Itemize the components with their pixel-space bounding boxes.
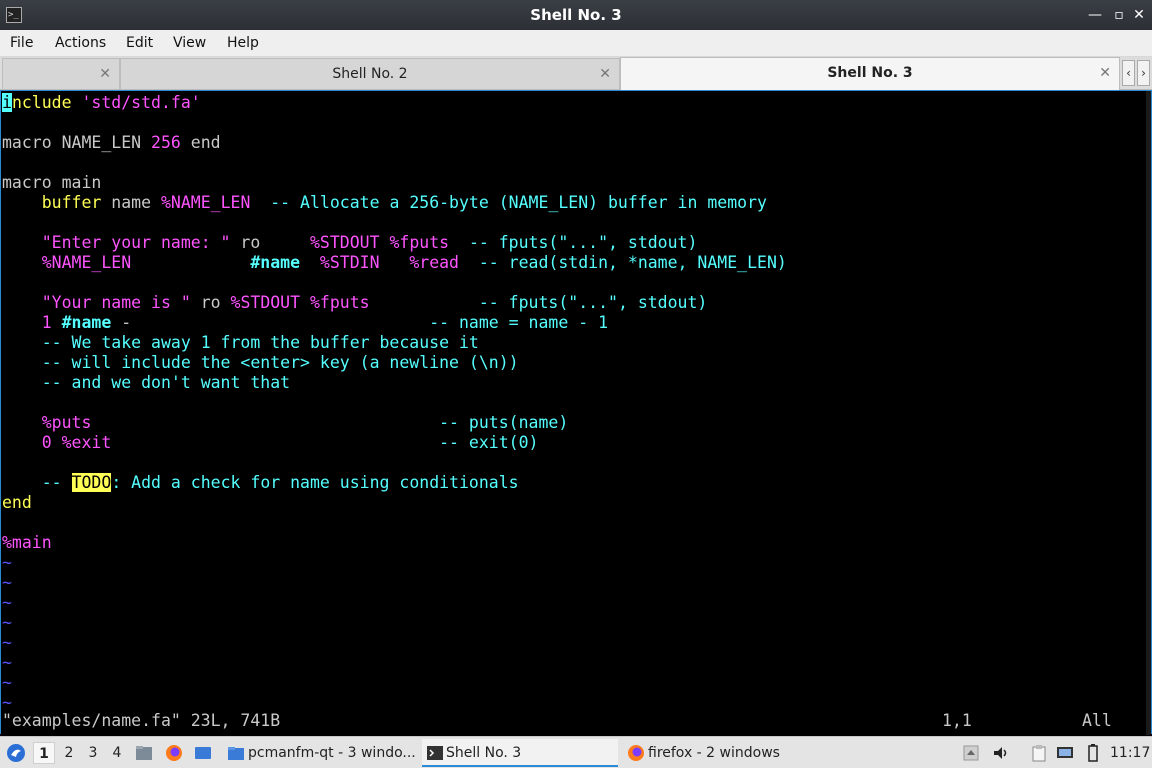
menu-help[interactable]: Help xyxy=(227,30,259,57)
menu-actions[interactable]: Actions xyxy=(55,30,106,57)
empty-line-tilde: ~ xyxy=(2,673,12,692)
code-line: -- TODO: Add a check for name using cond… xyxy=(41,473,519,492)
terminal-icon xyxy=(427,746,443,760)
empty-line-tilde: ~ xyxy=(2,693,12,712)
tab-shell-3[interactable]: Shell No. 3 ✕ xyxy=(620,57,1120,90)
menu-edit[interactable]: Edit xyxy=(126,30,153,57)
code-line: "Your name is " ro %STDOUT %fputs -- fpu… xyxy=(41,293,708,312)
file-manager-launcher-icon[interactable] xyxy=(135,744,153,762)
empty-line-tilde: ~ xyxy=(2,633,12,652)
tab-label: Shell No. 2 xyxy=(332,66,408,82)
menu-view[interactable]: View xyxy=(173,30,206,57)
empty-line-tilde: ~ xyxy=(2,653,12,672)
terminal-scrollbar[interactable] xyxy=(1146,91,1151,735)
empty-line-tilde: ~ xyxy=(2,573,12,592)
status-scroll-position: All xyxy=(1082,711,1112,730)
volume-icon[interactable] xyxy=(992,744,1010,762)
code-line: macro NAME_LEN 256 end xyxy=(2,133,221,152)
code-line: -- We take away 1 from the buffer becaus… xyxy=(41,333,479,352)
tab-bar: ✕ Shell No. 2 ✕ Shell No. 3 ✕ ‹ › xyxy=(0,57,1152,90)
task-label: pcmanfm-qt - 3 windo... xyxy=(248,745,416,761)
close-window-button[interactable]: ✕ xyxy=(1130,6,1148,24)
code-line: end xyxy=(2,493,32,512)
clipboard-icon[interactable] xyxy=(1030,744,1048,762)
title-bar: >_ Shell No. 3 — ▫ ✕ xyxy=(0,0,1152,30)
battery-icon[interactable] xyxy=(1084,744,1102,762)
task-label: firefox - 2 windows xyxy=(648,745,780,761)
code-line: buffer name %NAME_LEN -- Allocate a 256-… xyxy=(41,193,767,212)
desktop-launcher-icon[interactable] xyxy=(194,744,212,762)
code-line: 1 #name - -- name = name - 1 xyxy=(41,313,608,332)
status-file-info: "examples/name.fa" 23L, 741B xyxy=(2,711,281,730)
tab-close-icon[interactable]: ✕ xyxy=(599,59,611,89)
code-line: include 'std/std.fa' xyxy=(2,93,201,112)
menu-bar: File Actions Edit View Help xyxy=(0,30,1152,57)
tab-scroll-right-button[interactable]: › xyxy=(1137,60,1150,86)
clock[interactable]: 11:17 xyxy=(1110,737,1150,768)
status-cursor-position: 1,1 xyxy=(942,711,972,730)
workspace-1[interactable]: 1 xyxy=(33,742,55,764)
tab-shell-1[interactable]: ✕ xyxy=(2,58,120,89)
code-line: %puts -- puts(name) xyxy=(41,413,569,432)
firefox-launcher-icon[interactable] xyxy=(165,744,183,762)
up-arrow-icon[interactable] xyxy=(962,744,980,762)
network-icon[interactable] xyxy=(1056,744,1074,762)
terminal-view[interactable]: include 'std/std.fa' macro NAME_LEN 256 … xyxy=(0,90,1152,735)
minimize-button[interactable]: — xyxy=(1086,6,1104,24)
workspace-3[interactable]: 3 xyxy=(82,742,104,764)
empty-line-tilde: ~ xyxy=(2,553,12,572)
tab-shell-2[interactable]: Shell No. 2 ✕ xyxy=(120,58,620,89)
task-shell-3[interactable]: Shell No. 3 xyxy=(422,739,618,767)
code-line: 0 %exit -- exit(0) xyxy=(41,433,539,452)
empty-line-tilde: ~ xyxy=(2,593,12,612)
start-menu-icon[interactable] xyxy=(6,743,26,763)
empty-line-tilde: ~ xyxy=(2,613,12,632)
workspace-4[interactable]: 4 xyxy=(106,742,128,764)
code-line: macro main xyxy=(2,173,102,192)
task-label: Shell No. 3 xyxy=(446,745,522,761)
tab-close-icon[interactable]: ✕ xyxy=(1099,58,1111,88)
tab-close-icon[interactable]: ✕ xyxy=(99,59,111,89)
menu-file[interactable]: File xyxy=(10,30,33,57)
tab-label: Shell No. 3 xyxy=(827,65,913,81)
task-pcmanfm[interactable]: pcmanfm-qt - 3 windo... xyxy=(224,739,418,767)
folder-icon xyxy=(228,747,244,760)
window-title: Shell No. 3 xyxy=(530,6,622,24)
code-line: %NAME_LEN #name %STDIN %read -- read(std… xyxy=(41,253,787,272)
code-line: "Enter your name: " ro %STDOUT %fputs --… xyxy=(41,233,698,252)
code-line: -- and we don't want that xyxy=(41,373,291,392)
taskbar: 1 2 3 4 pcmanfm-qt - 3 windo... Shell No… xyxy=(0,736,1152,768)
restore-button[interactable]: ▫ xyxy=(1110,6,1128,24)
workspace-2[interactable]: 2 xyxy=(58,742,80,764)
task-firefox[interactable]: firefox - 2 windows xyxy=(624,739,818,767)
code-line: %main xyxy=(2,533,52,552)
tab-scroll-left-button[interactable]: ‹ xyxy=(1122,60,1135,86)
firefox-icon xyxy=(628,745,644,761)
code-line: -- will include the <enter> key (a newli… xyxy=(41,353,519,372)
